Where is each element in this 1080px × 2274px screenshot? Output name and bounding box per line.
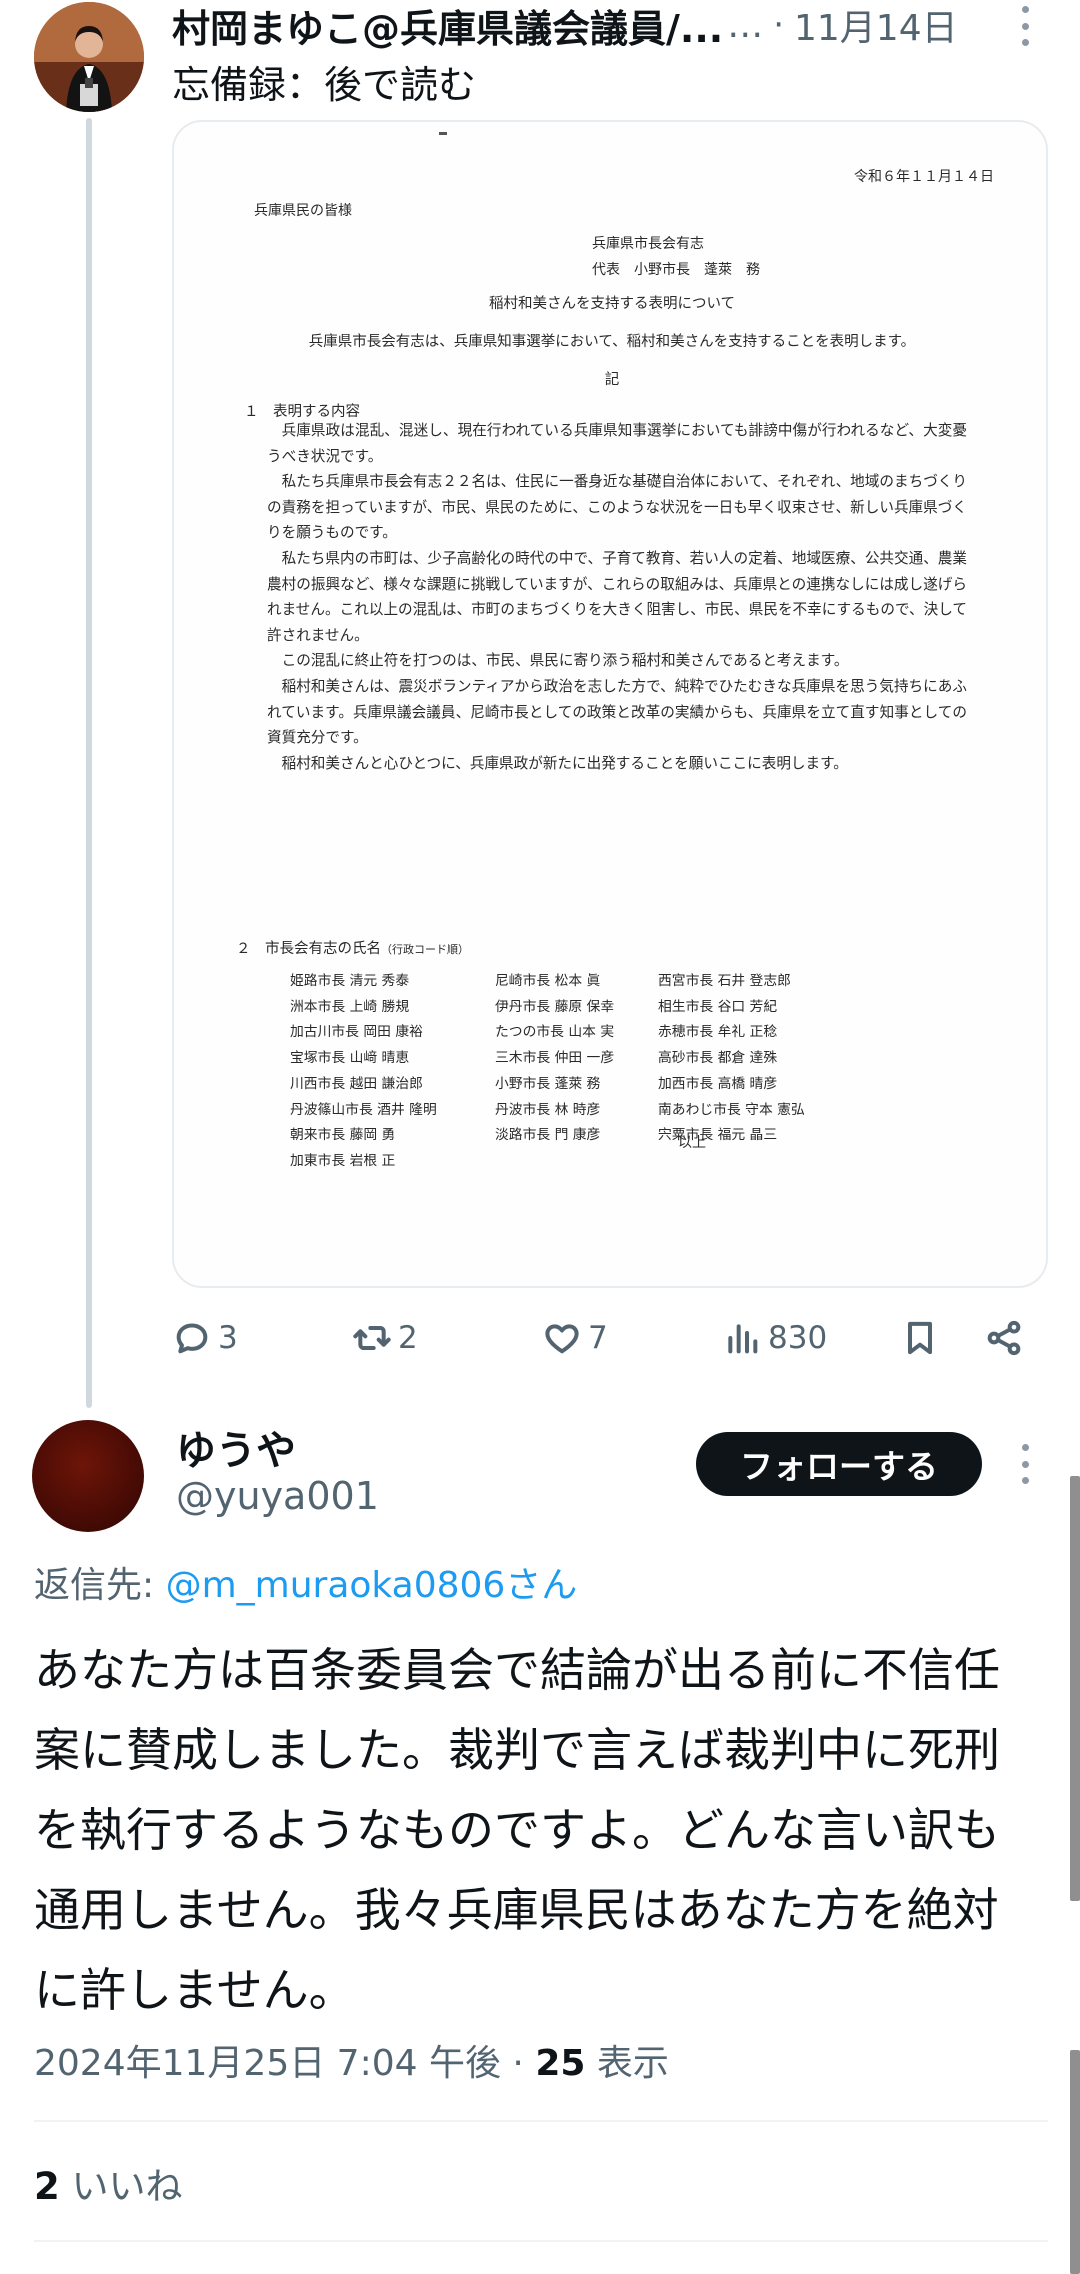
share-icon bbox=[987, 1320, 1021, 1356]
avatar-muraoka[interactable] bbox=[34, 2, 144, 112]
doc-mayor-entry: 加東市長 岩根 正 bbox=[290, 1152, 396, 1169]
doc-date: 令和６年１１月１４日 bbox=[854, 169, 994, 185]
views-button[interactable]: 830 bbox=[722, 1308, 827, 1368]
retweet-icon bbox=[353, 1326, 391, 1350]
doc-title: 稲村和美さんを支持する表明について bbox=[488, 296, 736, 312]
doc-mayor-entry: 川西市長 越田 謙治郎 bbox=[290, 1075, 423, 1092]
doc-mayor-entry: 宝塚市長 山﨑 晴恵 bbox=[290, 1050, 410, 1067]
thread-connector-line bbox=[86, 118, 92, 1408]
reply-meta-line: 2024年11月25日 7:04 午後 · 25 表示 bbox=[34, 2034, 669, 2086]
doc-mayor-entry: 伊丹市長 藤原 保幸 bbox=[495, 998, 615, 1015]
divider bbox=[34, 2120, 1048, 2122]
doc-mayor-entry: 尼崎市長 松本 眞 bbox=[495, 973, 601, 989]
doc-mayor-entry: 小野市長 蓬萊 務 bbox=[495, 1075, 601, 1092]
follow-button[interactable]: フォローする bbox=[696, 1432, 982, 1496]
views-bar-chart-icon bbox=[728, 1324, 758, 1354]
reply-count: 3 bbox=[218, 1320, 238, 1356]
bookmark-icon bbox=[908, 1321, 932, 1355]
doc-mayor-entry: 洲本市長 上崎 勝規 bbox=[290, 998, 410, 1015]
document-page: 令和６年１１月１４日 兵庫県民の皆様 兵庫県市長会有志 代表 小野市長 蓬萊 務… bbox=[174, 122, 1046, 1286]
doc-sender-group: 兵庫県市長会有志 bbox=[592, 236, 704, 252]
meta-separator: · bbox=[500, 2043, 536, 2084]
doc-mayor-list: 姫路市長 清元 秀泰 尼崎市長 松本 眞 西宮市長 石井 登志郎洲本市長 上崎 勝規… bbox=[290, 969, 910, 1175]
doc-mayor-entry: 南あわじ市長 守本 憲弘 bbox=[658, 1101, 805, 1118]
doc-mayor-entry: 加西市長 高橋 晴彦 bbox=[658, 1075, 778, 1092]
name-truncation-ellipsis: … bbox=[727, 4, 764, 46]
doc-mayor-entry: 加古川市長 岡田 康裕 bbox=[290, 1024, 423, 1041]
header-separator: · bbox=[773, 5, 784, 45]
reply-views-count: 25 bbox=[535, 2043, 586, 2084]
parent-action-bar: 3 2 7 830 bbox=[172, 1308, 1042, 1368]
parent-more-options-icon[interactable] bbox=[1010, 6, 1040, 46]
parent-tweet-text: 忘備録：後で読む bbox=[172, 63, 477, 107]
avatar-yuya[interactable] bbox=[32, 1420, 144, 1532]
doc-section2-heading: ２ 市長会有志の氏名（行政コード順） bbox=[236, 937, 469, 958]
reply-to-prefix: 返信先: bbox=[34, 1565, 166, 1606]
doc-paragraph: 私たち兵庫県市長会有志２２名は、住民に一番身近な基礎自治体において、それぞれ、地… bbox=[267, 473, 967, 542]
scrollbar-thumb-lower[interactable] bbox=[1070, 2050, 1080, 2274]
doc-mayor-entry: 赤穂市長 牟礼 正稔 bbox=[658, 1024, 778, 1041]
parent-tweet-date[interactable]: 11月14日 bbox=[794, 0, 958, 51]
doc-paragraph: 稲村和美さんは、震災ボランティアから政治を志した方で、純粋でひたむきな兵庫県を思… bbox=[267, 677, 967, 747]
parent-display-name[interactable]: 村岡まゆこ@兵庫県議会議員/... bbox=[172, 0, 723, 53]
reply-likes-count: 2 bbox=[34, 2165, 60, 2208]
doc-paragraph: 私たち県内の市町は、少子高齢化の時代の中で、子育て教育、若い人の定着、地域医療、… bbox=[267, 549, 967, 644]
doc-statement: 兵庫県市長会有志は、兵庫県知事選挙において、稲村和美さんを支持することを表明しま… bbox=[308, 334, 916, 350]
doc-mayor-entry: 西宮市長 石井 登志郎 bbox=[658, 973, 791, 989]
retweet-count: 2 bbox=[398, 1320, 418, 1356]
bookmark-button[interactable] bbox=[900, 1308, 940, 1368]
doc-mayor-entry: たつの市長 山本 実 bbox=[495, 1024, 615, 1041]
doc-mayor-entry: 相生市長 谷口 芳紀 bbox=[658, 998, 778, 1015]
like-button[interactable]: 7 bbox=[542, 1308, 608, 1368]
doc-mayor-entry: 姫路市長 清元 秀泰 bbox=[290, 973, 410, 989]
reply-more-options-icon[interactable] bbox=[1010, 1444, 1040, 1484]
doc-mayor-entry: 淡路市長 門 康彦 bbox=[495, 1127, 601, 1144]
scan-speck bbox=[439, 132, 447, 135]
reply-to-mention-link[interactable]: @m_muraoka0806さん bbox=[166, 1565, 578, 1606]
heart-icon bbox=[545, 1324, 579, 1354]
doc-section2-note: （行政コード順） bbox=[381, 943, 469, 956]
retweet-button[interactable]: 2 bbox=[352, 1308, 418, 1368]
doc-mayor-entry: 三木市長 仲田 一彦 bbox=[495, 1050, 615, 1067]
doc-paragraph: 兵庫県政は混乱、混迷し、現在行われている兵庫県知事選挙においても誹謗中傷が行われ… bbox=[267, 422, 967, 465]
doc-section1-body: 兵庫県政は混乱、混迷し、現在行われている兵庫県知事選挙においても誹謗中傷が行われ… bbox=[267, 418, 967, 776]
parent-tweet-header: 村岡まゆこ@兵庫県議会議員/... … · 11月14日 bbox=[172, 0, 1052, 53]
doc-mayor-entry bbox=[658, 1149, 858, 1175]
doc-paragraph: 稲村和美さんと心ひとつに、兵庫県政が新たに出発することを願いここに表明します。 bbox=[281, 754, 848, 772]
doc-section2-title: ２ 市長会有志の氏名 bbox=[236, 941, 381, 957]
reply-views-label: 表示 bbox=[585, 2043, 669, 2084]
doc-mayor-entry: 丹波市長 林 時彦 bbox=[495, 1101, 601, 1118]
reply-to-line: 返信先: @m_muraoka0806さん bbox=[34, 1556, 577, 1608]
doc-mayor-entry: 朝来市長 藤岡 勇 bbox=[290, 1127, 396, 1144]
reply-timestamp[interactable]: 2024年11月25日 7:04 午後 bbox=[34, 2043, 501, 2084]
doc-sender: 兵庫県市長会有志 代表 小野市長 蓬萊 務 bbox=[592, 232, 760, 284]
reply-handle[interactable]: @yuya001 bbox=[176, 1474, 379, 1518]
reply-tweet-text: あなた方は百条委員会で結論が出る前に不信任案に賛成しました。裁判で言えば裁判中に… bbox=[34, 1643, 1000, 2017]
reply-display-name[interactable]: ゆうや bbox=[176, 1418, 296, 1476]
reply-icon bbox=[176, 1323, 208, 1354]
reply-button[interactable]: 3 bbox=[172, 1308, 238, 1368]
like-count: 7 bbox=[588, 1320, 608, 1356]
attached-document-image[interactable]: 令和６年１１月１４日 兵庫県民の皆様 兵庫県市長会有志 代表 小野市長 蓬萊 務… bbox=[172, 120, 1048, 1288]
share-button[interactable] bbox=[984, 1308, 1024, 1368]
doc-ki: 記 bbox=[604, 372, 620, 388]
reply-likes-label: いいね bbox=[59, 2165, 183, 2208]
doc-closing: 以上 bbox=[678, 1135, 706, 1151]
doc-sender-rep: 代表 小野市長 蓬萊 務 bbox=[592, 261, 760, 278]
doc-addressee: 兵庫県民の皆様 bbox=[254, 203, 352, 219]
views-count: 830 bbox=[768, 1320, 828, 1356]
doc-mayor-entry: 高砂市長 都倉 達殊 bbox=[658, 1050, 778, 1067]
doc-mayor-entry: 丹波篠山市長 酒井 隆明 bbox=[290, 1101, 437, 1118]
doc-paragraph: この混乱に終止符を打つのは、市民、県民に寄り添う稲村和美さんであると考えます。 bbox=[281, 652, 849, 670]
reply-likes-row[interactable]: 2 いいね bbox=[34, 2156, 183, 2210]
divider bbox=[34, 2240, 1048, 2242]
doc-mayor-entry bbox=[495, 1149, 658, 1175]
scrollbar-thumb-upper[interactable] bbox=[1070, 1476, 1080, 1901]
